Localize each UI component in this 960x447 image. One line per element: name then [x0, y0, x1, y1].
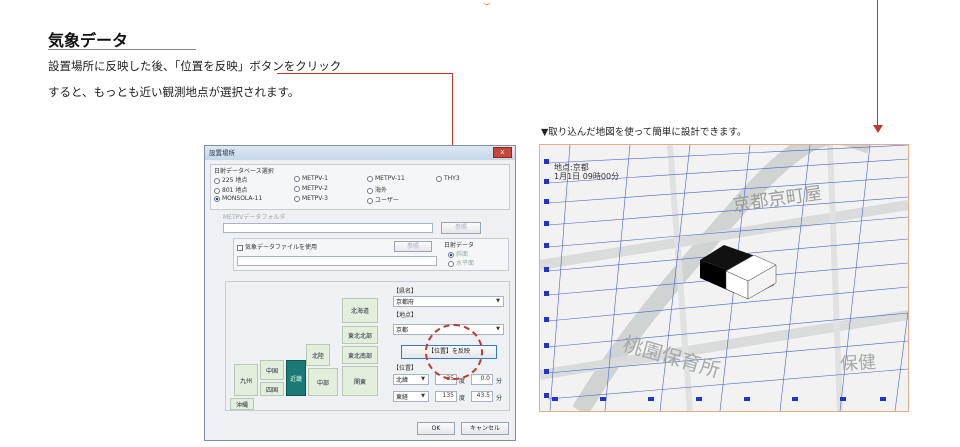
latitude-minute-input[interactable]: 0.0 — [471, 374, 493, 385]
longitude-minute-input[interactable]: 43.5 — [471, 391, 493, 402]
map-view: 地点:京都 1月1日 09時00分 京都京町屋 桃園保育所 保健 — [539, 144, 909, 412]
chevron-down-icon: ▼ — [496, 326, 500, 332]
cancel-button[interactable]: キャンセル — [461, 422, 509, 435]
chevron-down-icon: ▼ — [421, 376, 425, 382]
highlight-circle — [425, 324, 483, 380]
map-datetime-label: 1月1日 09時00分 — [554, 172, 620, 181]
description-line-1: 設置場所に反映した後、「位置を反映」ボタンをクリック — [48, 59, 342, 73]
radio-icon — [214, 177, 220, 184]
database-group: 日射データベース選択 225 地点 METPV-1 METPV-11 THY3 … — [210, 164, 510, 210]
latitude-minute-unit: 分 — [496, 378, 503, 385]
longitude-direction-select[interactable]: 東経 ▼ — [393, 391, 429, 402]
region-kyushu[interactable]: 九州 — [234, 364, 258, 396]
region-kinki[interactable]: 近畿 — [286, 360, 306, 396]
radio-overseas[interactable]: 海外 — [367, 185, 387, 194]
radio-icon — [367, 197, 373, 204]
checkbox-icon — [237, 244, 243, 251]
radio-metpv1[interactable]: METPV-1 — [294, 175, 328, 182]
radio-icon — [448, 260, 454, 267]
radio-225[interactable]: 225 地点 — [214, 175, 247, 184]
radio-selected-icon — [214, 195, 220, 202]
radio-icon — [294, 185, 300, 192]
longitude-degree-input[interactable]: 135 — [435, 391, 457, 402]
heading-underline — [48, 49, 196, 50]
longitude-minute-unit: 分 — [496, 395, 503, 402]
prefecture-label: 【県名】 — [393, 288, 418, 295]
radio-user[interactable]: ユーザー — [367, 195, 399, 204]
weather-browse-button[interactable]: 参照 — [394, 241, 432, 252]
region-chugoku[interactable]: 中国 — [260, 360, 284, 380]
latitude-direction-select[interactable]: 北緯 ▼ — [393, 374, 429, 385]
top-curve-fragment — [483, 0, 491, 5]
map-road — [827, 145, 843, 411]
database-group-label: 日射データベース選択 — [214, 168, 274, 175]
description-line-2: すると、もっとも近い観測地点が選択されます。 — [48, 85, 300, 99]
building-model — [700, 245, 777, 300]
radio-selected-icon — [448, 251, 454, 258]
weather-file-input[interactable] — [237, 256, 437, 266]
radio-metpv2[interactable]: METPV-2 — [294, 185, 328, 192]
radio-horizontal[interactable]: 水平面 — [448, 258, 474, 267]
dialog-titlebar: 設置場所 — [205, 146, 515, 160]
region-tohoku-north[interactable]: 東北北部 — [342, 326, 378, 344]
map-caption: ▼取り込んだ地図を使って簡単に設計できます。 — [541, 127, 747, 138]
leader-line-horizontal — [277, 73, 453, 74]
region-shikoku[interactable]: 四国 — [260, 382, 284, 396]
radio-icon — [367, 175, 373, 182]
weather-file-group: 気象データファイルを使用 参照 日射データ 斜面 水平面 — [233, 238, 509, 271]
prefecture-select[interactable]: 京都府 ▼ — [393, 296, 504, 307]
metpv-folder-label: METPVデータフォルダ — [223, 214, 286, 221]
region-hokuriku[interactable]: 北陸 — [306, 344, 330, 366]
map-leader-line — [877, 0, 878, 126]
radio-metpv3[interactable]: METPV-3 — [294, 195, 328, 202]
section-heading: 気象データ — [48, 31, 129, 50]
location-dialog: 設置場所 x 日射データベース選択 225 地点 METPV-1 METPV-1… — [204, 145, 516, 441]
radio-thy3[interactable]: THY3 — [436, 175, 460, 182]
position-label: 【位置】 — [393, 365, 418, 372]
radio-icon — [294, 195, 300, 202]
metpv-folder-input[interactable] — [223, 223, 433, 233]
metpv-browse-button[interactable]: 参照 — [441, 222, 481, 234]
radio-icon — [214, 187, 220, 194]
region-chubu[interactable]: 中部 — [308, 368, 338, 396]
region-kanto[interactable]: 関東 — [342, 366, 378, 396]
map-street-label: 保健 — [839, 351, 877, 376]
chevron-down-icon: ▼ — [421, 393, 425, 399]
radio-801[interactable]: 801 地点 — [214, 185, 247, 194]
region-hokkaido[interactable]: 北海道 — [342, 298, 378, 323]
map-leader-arrow — [873, 125, 883, 133]
region-tohoku-south[interactable]: 東北南部 — [342, 346, 378, 364]
dialog-title: 設置場所 — [209, 149, 235, 157]
use-weather-file-checkbox[interactable]: 気象データファイルを使用 — [237, 242, 317, 251]
solar-data-label: 日射データ — [444, 242, 475, 249]
ok-button[interactable]: OK — [417, 422, 455, 435]
point-label: 【地点】 — [393, 312, 418, 319]
radio-icon — [294, 175, 300, 182]
radio-slope[interactable]: 斜面 — [448, 249, 468, 258]
chevron-down-icon: ▼ — [496, 298, 500, 304]
radio-icon — [436, 175, 442, 182]
radio-icon — [367, 187, 373, 194]
close-button[interactable]: x — [493, 147, 512, 158]
longitude-degree-unit: 度 — [459, 395, 466, 402]
radio-metpv11[interactable]: METPV-11 — [367, 175, 405, 182]
region-okinawa[interactable]: 沖縄 — [230, 398, 254, 410]
radio-monsola11[interactable]: MONSOLA-11 — [214, 195, 262, 202]
